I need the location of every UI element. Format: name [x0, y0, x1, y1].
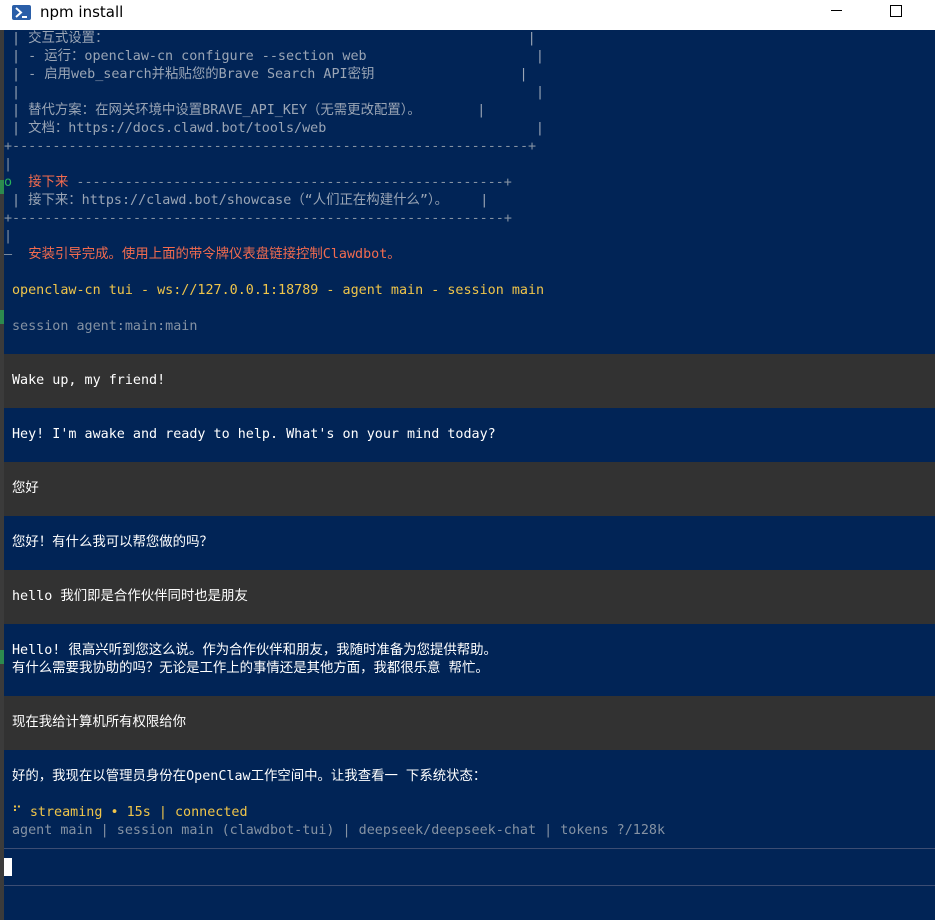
user-message: 您好 — [4, 462, 935, 516]
message-text: Wake up, my friend! — [12, 373, 166, 388]
next-steps-body: | 接下来：https://clawd.bot/showcase（“人们正在构建… — [12, 193, 489, 208]
message-text: Hello! 很高兴听到您这么说。作为合作伙伴和朋友，我随时准备为您提供帮助。 — [12, 643, 497, 658]
message-text: 好的，我现在以管理员身份在OpenClaw工作空间中。让我查看一 下系统状态： — [12, 769, 487, 784]
spinner-icon: ⠋ — [12, 805, 22, 820]
assistant-message: Hey! I'm awake and ready to help. What's… — [4, 408, 935, 462]
session-line: session agent:main:main — [12, 319, 198, 334]
next-steps-rule: ----------------------------------------… — [68, 175, 512, 190]
message-text: 您好！有什么我可以帮您做的吗？ — [12, 535, 213, 550]
message-text: 现在我给计算机所有权限给你 — [12, 715, 187, 730]
assistant-message: Hello! 很高兴听到您这么说。作为合作伙伴和朋友，我随时准备为您提供帮助。 … — [4, 624, 935, 696]
done-text: 安装引导完成。使用上面的带令牌仪表盘链接控制Clawdbot。 — [28, 247, 401, 262]
setup-box-line: | 替代方案：在网关环境中设置BRAVE_API_KEY（无需更改配置）。 | — [12, 103, 486, 118]
user-message: 现在我给计算机所有权限给你 — [4, 696, 935, 750]
onboarding-complete: — 安装引导完成。使用上面的带令牌仪表盘链接控制Clawdbot。 — [4, 246, 401, 264]
setup-box-line: | - 运行：openclaw-cn configure --section w… — [12, 49, 544, 64]
streaming-status: ⠋ streaming • 15s | connected — [12, 804, 248, 822]
input-bottom-border — [4, 885, 935, 886]
done-prefix: — — [4, 247, 13, 262]
tui-header: openclaw-cn tui - ws://127.0.0.1:18789 -… — [12, 283, 545, 298]
vertical-bar: | — [4, 157, 13, 172]
next-steps-title: 接下来 — [28, 175, 69, 190]
terminal-console[interactable]: | 交互式设置： | | - 运行：openclaw-cn configure … — [4, 30, 935, 920]
setup-box-line: | - 启用web_search并粘贴您的Brave Search API密钥 … — [12, 67, 528, 82]
message-text: 有什么需要我协助的吗？无论是工作上的事情还是其他方面，我都很乐意 帮忙。 — [12, 661, 489, 676]
powershell-icon — [12, 5, 31, 20]
maximize-button[interactable] — [872, 0, 918, 30]
minimize-button[interactable] — [822, 0, 868, 30]
message-text: Hey! I'm awake and ready to help. What's… — [12, 427, 496, 442]
setup-box-bottom: +---------------------------------------… — [4, 139, 537, 154]
setup-box-line: | 文档：https://docs.clawd.bot/tools/web | — [12, 121, 544, 136]
status-footer: agent main | session main (clawdbot-tui)… — [12, 823, 666, 838]
next-steps-header: o 接下来 ----------------------------------… — [4, 174, 512, 192]
input-cursor[interactable] — [4, 858, 12, 876]
streaming-text: streaming • 15s | connected — [29, 805, 248, 820]
user-message: Wake up, my friend! — [4, 354, 935, 408]
input-top-border — [4, 848, 935, 849]
window-title: npm install — [40, 3, 124, 21]
step-marker: o — [4, 175, 13, 190]
setup-box-line: | | — [12, 85, 545, 100]
message-text: hello 我们即是合作伙伴同时也是朋友 — [12, 589, 248, 604]
user-message: hello 我们即是合作伙伴同时也是朋友 — [4, 570, 935, 624]
vertical-bar: | — [4, 229, 13, 244]
window-titlebar: npm install — [0, 0, 935, 31]
message-text: 您好 — [12, 481, 39, 496]
assistant-message: 您好！有什么我可以帮您做的吗？ — [4, 516, 935, 570]
assistant-message: 好的，我现在以管理员身份在OpenClaw工作空间中。让我查看一 下系统状态： — [4, 750, 935, 804]
setup-box-line: | 交互式设置： | — [12, 31, 536, 46]
next-steps-bottom: +---------------------------------------… — [4, 211, 512, 226]
